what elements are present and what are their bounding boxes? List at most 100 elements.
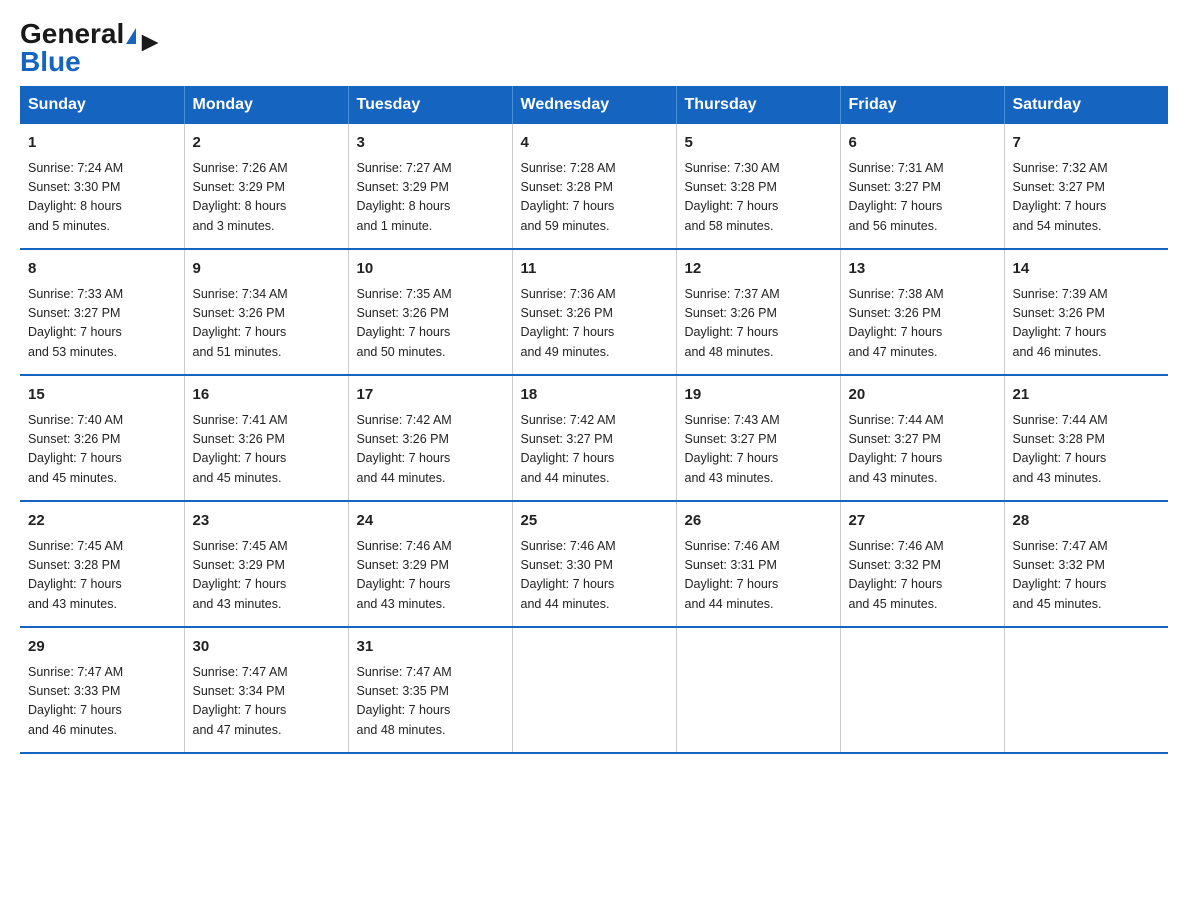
calendar-cell: 2 Sunrise: 7:26 AMSunset: 3:29 PMDayligh… (184, 124, 348, 249)
calendar-cell: 30 Sunrise: 7:47 AMSunset: 3:34 PMDaylig… (184, 627, 348, 753)
day-info: Sunrise: 7:44 AMSunset: 3:28 PMDaylight:… (1013, 411, 1161, 489)
day-info: Sunrise: 7:45 AMSunset: 3:28 PMDaylight:… (28, 537, 176, 615)
day-info: Sunrise: 7:45 AMSunset: 3:29 PMDaylight:… (193, 537, 340, 615)
weekday-header-tuesday: Tuesday (348, 86, 512, 124)
day-number: 23 (193, 510, 340, 533)
weekday-header-thursday: Thursday (676, 86, 840, 124)
calendar-cell: 18 Sunrise: 7:42 AMSunset: 3:27 PMDaylig… (512, 375, 676, 501)
day-number: 24 (357, 510, 504, 533)
day-number: 11 (521, 258, 668, 281)
day-number: 26 (685, 510, 832, 533)
calendar-cell: 29 Sunrise: 7:47 AMSunset: 3:33 PMDaylig… (20, 627, 184, 753)
day-info: Sunrise: 7:26 AMSunset: 3:29 PMDaylight:… (193, 159, 340, 237)
calendar-cell: 6 Sunrise: 7:31 AMSunset: 3:27 PMDayligh… (840, 124, 1004, 249)
day-number: 13 (849, 258, 996, 281)
day-number: 16 (193, 384, 340, 407)
day-number: 17 (357, 384, 504, 407)
calendar-cell: 27 Sunrise: 7:46 AMSunset: 3:32 PMDaylig… (840, 501, 1004, 627)
logo-triangle-icon: ► (126, 28, 136, 44)
day-info: Sunrise: 7:47 AMSunset: 3:32 PMDaylight:… (1013, 537, 1161, 615)
day-number: 5 (685, 132, 832, 155)
day-number: 9 (193, 258, 340, 281)
day-info: Sunrise: 7:28 AMSunset: 3:28 PMDaylight:… (521, 159, 668, 237)
day-number: 30 (193, 636, 340, 659)
day-number: 6 (849, 132, 996, 155)
day-number: 20 (849, 384, 996, 407)
day-info: Sunrise: 7:47 AMSunset: 3:34 PMDaylight:… (193, 663, 340, 741)
week-row-2: 8 Sunrise: 7:33 AMSunset: 3:27 PMDayligh… (20, 249, 1168, 375)
day-number: 31 (357, 636, 504, 659)
day-number: 22 (28, 510, 176, 533)
week-row-4: 22 Sunrise: 7:45 AMSunset: 3:28 PMDaylig… (20, 501, 1168, 627)
day-number: 29 (28, 636, 176, 659)
day-number: 27 (849, 510, 996, 533)
calendar-cell: 22 Sunrise: 7:45 AMSunset: 3:28 PMDaylig… (20, 501, 184, 627)
calendar-cell: 24 Sunrise: 7:46 AMSunset: 3:29 PMDaylig… (348, 501, 512, 627)
day-info: Sunrise: 7:46 AMSunset: 3:30 PMDaylight:… (521, 537, 668, 615)
calendar-cell: 28 Sunrise: 7:47 AMSunset: 3:32 PMDaylig… (1004, 501, 1168, 627)
day-info: Sunrise: 7:42 AMSunset: 3:27 PMDaylight:… (521, 411, 668, 489)
calendar-cell: 7 Sunrise: 7:32 AMSunset: 3:27 PMDayligh… (1004, 124, 1168, 249)
day-info: Sunrise: 7:33 AMSunset: 3:27 PMDaylight:… (28, 285, 176, 363)
day-info: Sunrise: 7:37 AMSunset: 3:26 PMDaylight:… (685, 285, 832, 363)
day-info: Sunrise: 7:47 AMSunset: 3:35 PMDaylight:… (357, 663, 504, 741)
day-info: Sunrise: 7:44 AMSunset: 3:27 PMDaylight:… (849, 411, 996, 489)
day-info: Sunrise: 7:46 AMSunset: 3:32 PMDaylight:… (849, 537, 996, 615)
day-info: Sunrise: 7:39 AMSunset: 3:26 PMDaylight:… (1013, 285, 1161, 363)
week-row-3: 15 Sunrise: 7:40 AMSunset: 3:26 PMDaylig… (20, 375, 1168, 501)
day-info: Sunrise: 7:42 AMSunset: 3:26 PMDaylight:… (357, 411, 504, 489)
day-info: Sunrise: 7:32 AMSunset: 3:27 PMDaylight:… (1013, 159, 1161, 237)
day-info: Sunrise: 7:38 AMSunset: 3:26 PMDaylight:… (849, 285, 996, 363)
day-info: Sunrise: 7:40 AMSunset: 3:26 PMDaylight:… (28, 411, 176, 489)
day-number: 21 (1013, 384, 1161, 407)
logo-blue: Blue (20, 46, 81, 77)
day-number: 8 (28, 258, 176, 281)
calendar-cell: 3 Sunrise: 7:27 AMSunset: 3:29 PMDayligh… (348, 124, 512, 249)
weekday-header-friday: Friday (840, 86, 1004, 124)
logo: General► Blue (20, 20, 136, 76)
calendar-table: SundayMondayTuesdayWednesdayThursdayFrid… (20, 86, 1168, 754)
day-info: Sunrise: 7:43 AMSunset: 3:27 PMDaylight:… (685, 411, 832, 489)
calendar-cell: 12 Sunrise: 7:37 AMSunset: 3:26 PMDaylig… (676, 249, 840, 375)
day-number: 1 (28, 132, 176, 155)
day-number: 4 (521, 132, 668, 155)
day-number: 7 (1013, 132, 1161, 155)
day-info: Sunrise: 7:31 AMSunset: 3:27 PMDaylight:… (849, 159, 996, 237)
day-info: Sunrise: 7:24 AMSunset: 3:30 PMDaylight:… (28, 159, 176, 237)
calendar-cell (840, 627, 1004, 753)
calendar-cell: 17 Sunrise: 7:42 AMSunset: 3:26 PMDaylig… (348, 375, 512, 501)
calendar-cell: 16 Sunrise: 7:41 AMSunset: 3:26 PMDaylig… (184, 375, 348, 501)
page-header: General► Blue (20, 20, 1168, 76)
day-number: 12 (685, 258, 832, 281)
calendar-cell: 14 Sunrise: 7:39 AMSunset: 3:26 PMDaylig… (1004, 249, 1168, 375)
day-info: Sunrise: 7:35 AMSunset: 3:26 PMDaylight:… (357, 285, 504, 363)
day-info: Sunrise: 7:27 AMSunset: 3:29 PMDaylight:… (357, 159, 504, 237)
logo-text: General► Blue (20, 20, 136, 76)
day-number: 28 (1013, 510, 1161, 533)
day-number: 10 (357, 258, 504, 281)
calendar-cell: 26 Sunrise: 7:46 AMSunset: 3:31 PMDaylig… (676, 501, 840, 627)
calendar-cell: 4 Sunrise: 7:28 AMSunset: 3:28 PMDayligh… (512, 124, 676, 249)
day-number: 25 (521, 510, 668, 533)
day-number: 15 (28, 384, 176, 407)
calendar-cell: 21 Sunrise: 7:44 AMSunset: 3:28 PMDaylig… (1004, 375, 1168, 501)
day-number: 3 (357, 132, 504, 155)
weekday-header-sunday: Sunday (20, 86, 184, 124)
day-number: 18 (521, 384, 668, 407)
calendar-cell: 25 Sunrise: 7:46 AMSunset: 3:30 PMDaylig… (512, 501, 676, 627)
calendar-cell: 19 Sunrise: 7:43 AMSunset: 3:27 PMDaylig… (676, 375, 840, 501)
calendar-cell: 23 Sunrise: 7:45 AMSunset: 3:29 PMDaylig… (184, 501, 348, 627)
day-info: Sunrise: 7:30 AMSunset: 3:28 PMDaylight:… (685, 159, 832, 237)
calendar-cell (1004, 627, 1168, 753)
calendar-cell: 10 Sunrise: 7:35 AMSunset: 3:26 PMDaylig… (348, 249, 512, 375)
calendar-cell: 5 Sunrise: 7:30 AMSunset: 3:28 PMDayligh… (676, 124, 840, 249)
day-info: Sunrise: 7:41 AMSunset: 3:26 PMDaylight:… (193, 411, 340, 489)
day-info: Sunrise: 7:47 AMSunset: 3:33 PMDaylight:… (28, 663, 176, 741)
week-row-1: 1 Sunrise: 7:24 AMSunset: 3:30 PMDayligh… (20, 124, 1168, 249)
calendar-cell: 20 Sunrise: 7:44 AMSunset: 3:27 PMDaylig… (840, 375, 1004, 501)
calendar-cell: 15 Sunrise: 7:40 AMSunset: 3:26 PMDaylig… (20, 375, 184, 501)
day-info: Sunrise: 7:46 AMSunset: 3:29 PMDaylight:… (357, 537, 504, 615)
calendar-cell: 11 Sunrise: 7:36 AMSunset: 3:26 PMDaylig… (512, 249, 676, 375)
calendar-cell (512, 627, 676, 753)
weekday-header-saturday: Saturday (1004, 86, 1168, 124)
